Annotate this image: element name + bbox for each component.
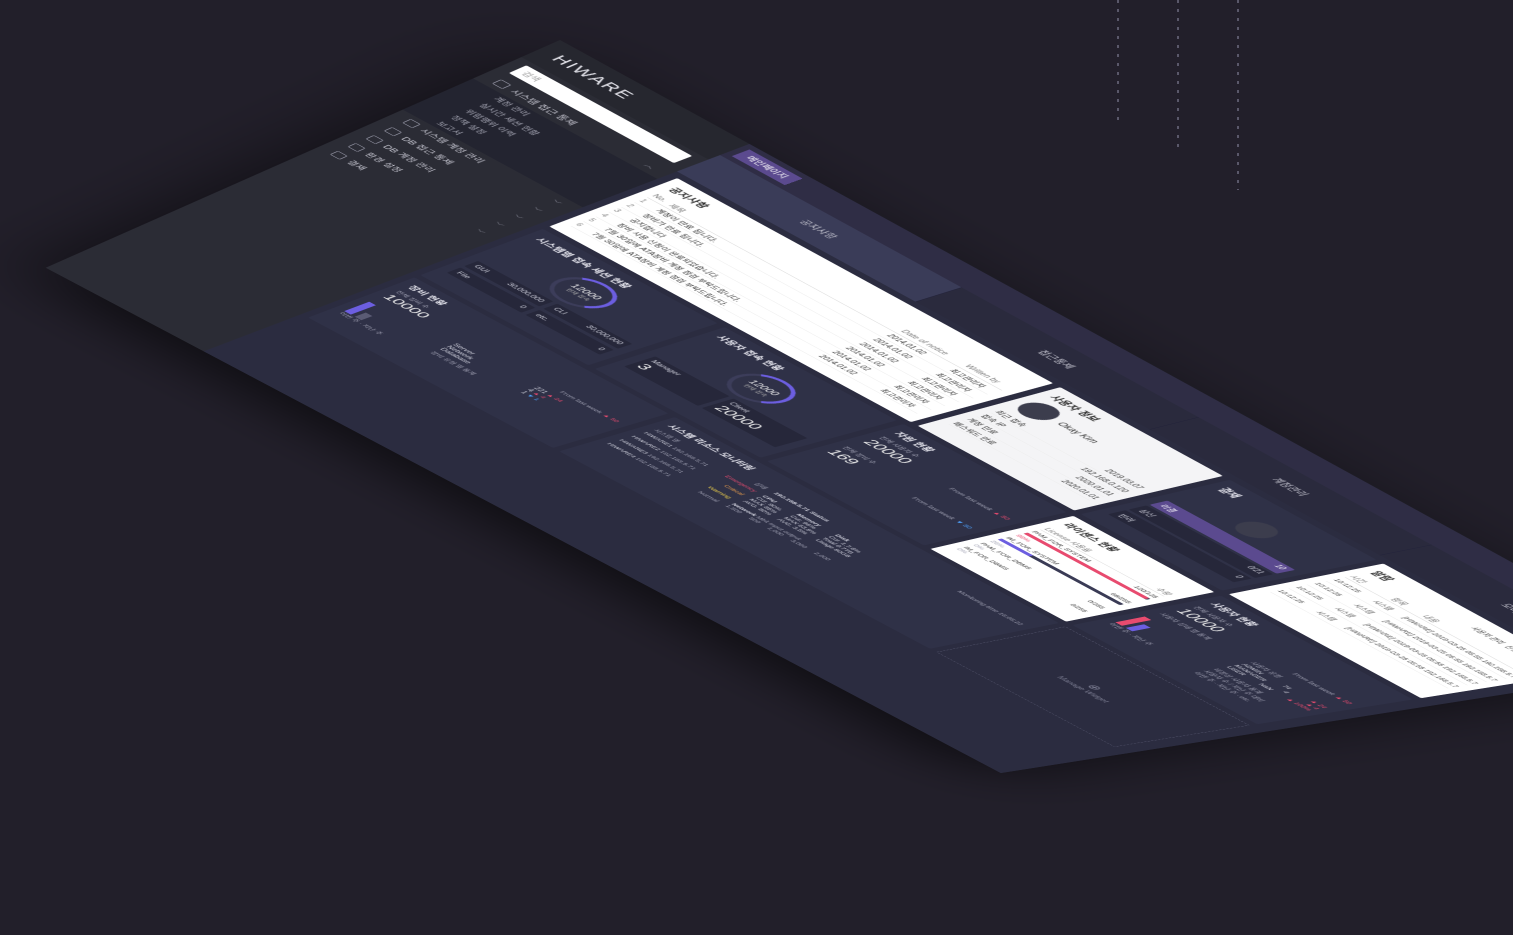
database-icon — [383, 127, 403, 137]
account-icon — [402, 118, 421, 129]
users-delta: ▲ 50 — [990, 510, 1013, 521]
row-no: 6 — [573, 222, 585, 228]
shield-icon — [491, 79, 512, 90]
stat-value: 0 — [517, 304, 528, 310]
chevron-down-icon: ﹀ — [509, 214, 524, 221]
dashboard-board: HIWARE 검색 시스템 접근 통제 ︿ 계정 관리 실시간 세션 현황 위험행… — [45, 40, 1513, 774]
approval-label: 상신 — [1135, 509, 1157, 518]
db-account-icon — [365, 135, 384, 145]
type-count: 4 — [1280, 690, 1292, 694]
chevron-up-icon: ︿ — [642, 162, 658, 170]
approval-count: 0/21 — [1244, 565, 1267, 575]
stat-value: 3 — [632, 362, 657, 372]
network-tick: 2,000 — [811, 551, 833, 561]
stat-value: 0 — [595, 347, 607, 352]
approval-label: 반려 — [1115, 513, 1137, 523]
chevron-down-icon: ﹀ — [472, 228, 486, 236]
approval-label: 미결 — [1156, 504, 1179, 514]
chevron-down-icon: ﹀ — [490, 221, 505, 229]
stat-label: CLI — [551, 307, 569, 316]
stat-label: GUI — [471, 264, 491, 274]
sidebar-item-label: 결재 — [344, 159, 369, 172]
manage-widget-label: Manage Widget — [1054, 675, 1112, 703]
document-icon — [329, 150, 348, 160]
perspective-stage: HIWARE 검색 시스템 접근 통제 ︿ 계정 관리 실시간 세션 현황 위험행… — [0, 0, 1513, 935]
approval-count: 10 — [1271, 564, 1288, 571]
devices-delta: ▼ 50 — [953, 519, 975, 530]
stat-label: etc. — [533, 313, 551, 322]
gear-icon — [347, 142, 366, 152]
approval-count: 0 — [1232, 575, 1245, 579]
stat-value: 20000 — [710, 403, 768, 431]
chevron-down-icon: ﹀ — [528, 206, 543, 214]
network-tick: 3,000 — [788, 539, 810, 549]
stat-label: File — [454, 271, 473, 280]
chevron-down-icon: ﹀ — [547, 199, 563, 206]
